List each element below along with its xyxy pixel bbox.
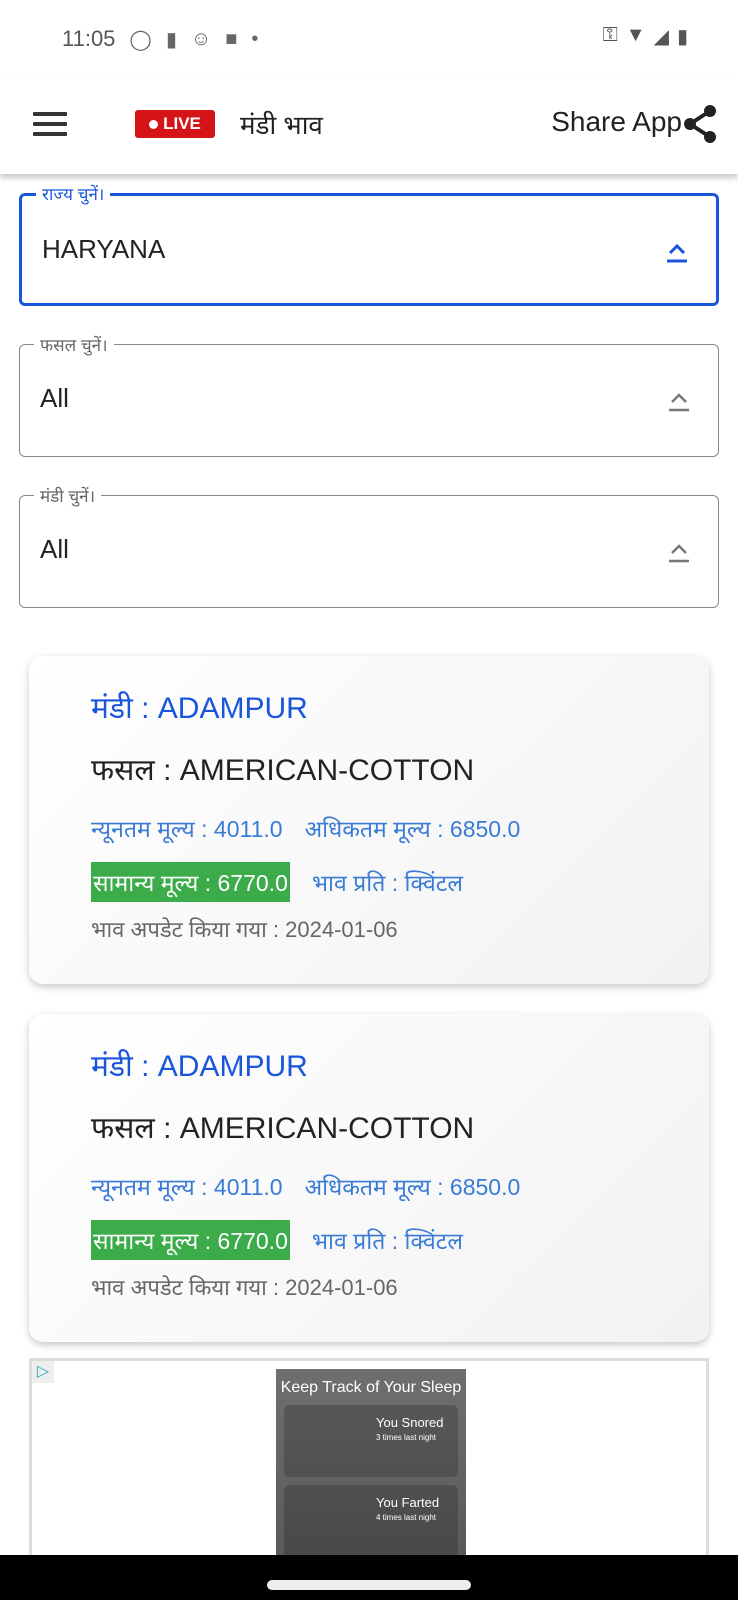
max-price: अधिकतम मूल्य : 6850.0	[304, 816, 521, 842]
crop-select-label: फसल चुनें।	[34, 333, 114, 356]
min-price: न्यूनतम मूल्य : 4011.0	[91, 816, 283, 842]
battery-saver-icon: ▮	[165, 28, 177, 51]
ad-image[interactable]: Keep Track of Your Sleep You Snored 3 tim…	[276, 1369, 466, 1569]
menu-icon[interactable]	[33, 112, 67, 136]
app-bar: LIVE मंडी भाव Share App	[0, 78, 738, 174]
mandi-select-value: All	[40, 534, 69, 564]
mandi-select[interactable]: मंडी चुनें। All	[19, 484, 719, 608]
ad-headline: Keep Track of Your Sleep	[280, 1379, 462, 1396]
crop-name: फसल : AMERICAN-COTTON	[91, 754, 475, 787]
max-price: अधिकतम मूल्य : 6850.0	[304, 1174, 521, 1200]
clock: 11:05	[62, 26, 116, 51]
min-price: न्यूनतम मूल्य : 4011.0	[91, 1174, 283, 1200]
chevron-up-icon	[667, 243, 687, 263]
whatsapp-icon: ◯	[129, 28, 152, 51]
crop-name: फसल : AMERICAN-COTTON	[91, 1112, 475, 1145]
ad-panel: You Farted 4 times last night	[284, 1485, 458, 1557]
modal-price: सामान्य मूल्य : 6770.0	[91, 1220, 290, 1260]
crop-select[interactable]: फसल चुनें। All	[19, 333, 719, 457]
share-app-button[interactable]: Share App	[551, 106, 682, 138]
updated-date: भाव अपडेट किया गया : 2024-01-06	[91, 1275, 398, 1300]
vpn-key-icon: ⚿	[602, 24, 618, 46]
ad-panel: You Snored 3 times last night	[284, 1405, 458, 1477]
live-dot-icon	[149, 119, 159, 129]
price-card[interactable]: मंडी : ADAMPUR फसल : AMERICAN-COTTON न्य…	[29, 656, 709, 984]
signal-icon: ◢	[653, 26, 669, 48]
status-bar: 11:05 ◯ ▮ ☺ ■ • ⚿ ▼ ◢ ▮	[0, 0, 738, 78]
price-unit: भाव प्रति : क्विंटल	[311, 1228, 463, 1254]
state-select-value: HARYANA	[42, 234, 166, 264]
chevron-up-icon	[669, 544, 689, 563]
ad-banner[interactable]: ▷ Keep Track of Your Sleep You Snored 3 t…	[29, 1358, 709, 1569]
crop-select-value: All	[40, 383, 69, 413]
navigation-bar	[0, 1555, 738, 1600]
dot-icon: •	[251, 27, 259, 50]
app-title: मंडी भाव	[240, 110, 323, 140]
mandi-name: मंडी : ADAMPUR	[91, 692, 308, 725]
state-select-label: राज्य चुनें।	[36, 182, 111, 205]
battery-charging-icon: ▮	[676, 26, 688, 48]
live-badge: LIVE	[135, 110, 215, 138]
face-icon: ☺	[190, 27, 212, 50]
adchoices-icon[interactable]: ▷	[32, 1361, 54, 1383]
state-select[interactable]: राज्य चुनें। HARYANA	[19, 182, 719, 306]
wifi-icon: ▼	[625, 24, 646, 46]
updated-date: भाव अपडेट किया गया : 2024-01-06	[91, 917, 398, 942]
price-unit: भाव प्रति : क्विंटल	[311, 870, 463, 896]
shopping-bag-icon: ■	[225, 27, 238, 50]
mandi-select-label: मंडी चुनें।	[34, 484, 102, 507]
home-gesture-handle[interactable]	[267, 1580, 471, 1590]
mandi-name: मंडी : ADAMPUR	[91, 1050, 308, 1083]
price-card[interactable]: मंडी : ADAMPUR फसल : AMERICAN-COTTON न्य…	[29, 1014, 709, 1342]
modal-price: सामान्य मूल्य : 6770.0	[91, 862, 290, 902]
chevron-up-icon	[669, 393, 689, 412]
share-icon[interactable]	[682, 104, 718, 144]
